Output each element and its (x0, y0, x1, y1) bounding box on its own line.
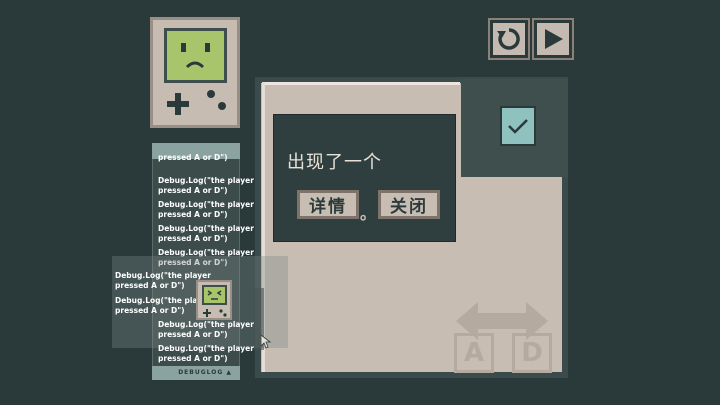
play-button[interactable] (532, 18, 574, 60)
key-a[interactable]: A (454, 333, 494, 373)
mini-buttons-icon (219, 309, 227, 317)
log-line: Debug.Log("the player pressed A or D") (158, 320, 254, 339)
sad-face-icon (181, 43, 210, 69)
log-line: pressed A or D") (158, 153, 228, 162)
close-button[interactable]: 关闭 (378, 190, 440, 219)
dizzy-face-icon (207, 290, 222, 300)
mouse-cursor-icon (261, 335, 271, 349)
restart-button[interactable] (488, 18, 530, 60)
mini-device-screen (202, 285, 227, 305)
details-button[interactable]: 详情 (297, 190, 359, 219)
dpad-icon (167, 93, 189, 115)
log-line: Debug.Log("the player pressed A or D") (158, 200, 254, 219)
debug-log-toggle[interactable]: DEBUGLOG ▲ (152, 366, 240, 380)
dialog-title: 出现了一个 (287, 152, 382, 173)
handheld-device (150, 17, 240, 128)
key-d[interactable]: D (512, 333, 552, 373)
dialog-separator: 。 (360, 204, 377, 223)
log-line: Debug.Log("the player pressed A or D") (158, 224, 254, 243)
restart-icon (497, 28, 520, 50)
play-icon (545, 29, 563, 49)
panel-highlight (262, 82, 460, 85)
mini-device[interactable] (196, 280, 232, 320)
device-screen (164, 28, 227, 83)
mini-dpad-icon (203, 309, 211, 317)
check-icon (508, 119, 528, 134)
log-line: Debug.Log("the player pressed A or D") (158, 344, 254, 363)
log-line: Debug.Log("the player pressed A or D") (158, 176, 254, 195)
action-buttons-icon (207, 90, 226, 110)
confirm-checkbox[interactable] (500, 106, 536, 146)
